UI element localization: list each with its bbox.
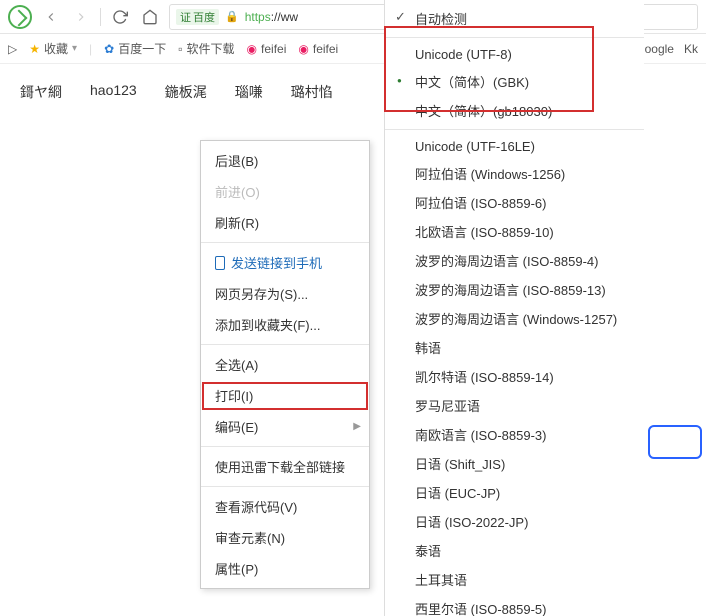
- bookmark-item[interactable]: ▫软件下载: [178, 40, 234, 57]
- context-menu-item[interactable]: 后退(B): [201, 145, 369, 176]
- context-menu-item[interactable]: 使用迅雷下载全部链接: [201, 451, 369, 482]
- reload-button[interactable]: [109, 6, 131, 28]
- baidu-icon: ✿: [104, 42, 114, 56]
- cert-icon: 证: [180, 9, 191, 25]
- encoding-menu-item[interactable]: 韩语: [385, 333, 644, 362]
- bookmark-item[interactable]: Kk: [684, 42, 698, 56]
- menu-item-label: 编码(E): [215, 417, 258, 436]
- site-badge: 证 百度: [176, 9, 219, 25]
- context-menu-item[interactable]: 刷新(R): [201, 207, 369, 238]
- context-menu: 后退(B) 前进(O) 刷新(R) 发送链接到手机网页另存为(S)... 添加到收藏夹(…: [200, 140, 370, 589]
- bookmark-item[interactable]: ◉feifei: [247, 42, 287, 56]
- encoding-menu-item[interactable]: 波罗的海周边语言 (Windows-1257): [385, 304, 644, 333]
- context-menu-item[interactable]: 全选(A): [201, 349, 369, 380]
- context-menu-item[interactable]: 发送链接到手机: [201, 247, 369, 278]
- menu-item-label: 发送链接到手机: [231, 253, 322, 272]
- menu-item-label: 使用迅雷下载全部链接: [215, 457, 345, 476]
- encoding-menu-item[interactable]: Unicode (UTF-8): [385, 42, 644, 67]
- star-icon: ★: [29, 42, 40, 56]
- menu-item-label: 前进(O): [215, 182, 260, 201]
- encoding-menu-item[interactable]: 自动检测: [385, 4, 644, 33]
- feifei-icon: ◉: [298, 42, 308, 56]
- menu-item-label: 打印(I): [215, 386, 253, 405]
- page-tab[interactable]: 瑙嗛: [235, 82, 263, 102]
- encoding-menu-item[interactable]: 阿拉伯语 (ISO-8859-6): [385, 188, 644, 217]
- context-menu-item[interactable]: 查看源代码(V): [201, 491, 369, 522]
- context-menu-item[interactable]: 属性(P): [201, 553, 369, 584]
- encoding-menu-item[interactable]: 日语 (Shift_JIS): [385, 449, 644, 478]
- encoding-menu-item[interactable]: 中文（简体）(GBK): [385, 67, 644, 96]
- browser-logo-icon: [8, 5, 32, 29]
- encoding-menu-item[interactable]: 凯尔特语 (ISO-8859-14): [385, 362, 644, 391]
- back-button[interactable]: [40, 6, 62, 28]
- chevron-down-icon: ▾: [72, 43, 77, 54]
- context-menu-item[interactable]: 添加到收藏夹(F)...: [201, 309, 369, 340]
- lock-icon: 🔒: [225, 10, 239, 23]
- encoding-menu-item[interactable]: 波罗的海周边语言 (ISO-8859-4): [385, 246, 644, 275]
- page-icon: ▫: [178, 42, 182, 56]
- encoding-menu-item[interactable]: 波罗的海周边语言 (ISO-8859-13): [385, 275, 644, 304]
- encoding-submenu: 自动检测 Unicode (UTF-8)中文（简体）(GBK)中文（简体）(gb1…: [384, 0, 644, 616]
- bookmarks-toggle-icon[interactable]: ▷: [8, 42, 17, 56]
- page-tab[interactable]: 璐村惂: [291, 82, 333, 102]
- encoding-menu-item[interactable]: Unicode (UTF-16LE): [385, 134, 644, 159]
- encoding-menu-item[interactable]: 土耳其语: [385, 565, 644, 594]
- encoding-menu-item[interactable]: 泰语: [385, 536, 644, 565]
- context-menu-item[interactable]: 网页另存为(S)...: [201, 278, 369, 309]
- bookmark-item[interactable]: oogle: [645, 42, 674, 56]
- submenu-arrow-icon: ▶: [353, 421, 361, 432]
- menu-item-label: 网页另存为(S)...: [215, 284, 308, 303]
- encoding-menu-item[interactable]: 南欧语言 (ISO-8859-3): [385, 420, 644, 449]
- menu-item-label: 审查元素(N): [215, 528, 285, 547]
- favorites-button[interactable]: ★ 收藏 ▾: [29, 40, 77, 57]
- menu-item-label: 刷新(R): [215, 213, 259, 232]
- bookmark-item[interactable]: ◉feifei: [298, 42, 338, 56]
- context-menu-item[interactable]: 打印(I): [201, 380, 369, 411]
- home-button[interactable]: [139, 6, 161, 28]
- encoding-menu-item[interactable]: 日语 (ISO-2022-JP): [385, 507, 644, 536]
- menu-item-label: 查看源代码(V): [215, 497, 297, 516]
- site-badge-label: 百度: [193, 9, 215, 25]
- page-tab[interactable]: 鎶ヤ綗: [20, 82, 62, 102]
- encoding-menu-item[interactable]: 北欧语言 (ISO-8859-10): [385, 217, 644, 246]
- context-menu-item[interactable]: 审查元素(N): [201, 522, 369, 553]
- encoding-menu-item[interactable]: 中文（简体）(gb18030): [385, 96, 644, 125]
- bookmark-item[interactable]: ✿百度一下: [104, 40, 166, 57]
- encoding-menu-item[interactable]: 罗马尼亚语: [385, 391, 644, 420]
- menu-item-label: 添加到收藏夹(F)...: [215, 315, 320, 334]
- favorites-label: 收藏: [44, 40, 68, 57]
- menu-item-label: 全选(A): [215, 355, 258, 374]
- phone-icon: [215, 256, 225, 270]
- forward-button[interactable]: [70, 6, 92, 28]
- feifei-icon: ◉: [247, 42, 257, 56]
- url-text: https://ww: [245, 10, 298, 24]
- encoding-menu-item[interactable]: 阿拉伯语 (Windows-1256): [385, 159, 644, 188]
- page-tab[interactable]: 鍦板浘: [165, 82, 207, 102]
- highlight-box-blue: [648, 425, 702, 459]
- menu-item-label: 后退(B): [215, 151, 258, 170]
- menu-item-label: 属性(P): [215, 559, 258, 578]
- page-tab[interactable]: hao123: [90, 82, 137, 102]
- encoding-menu-item[interactable]: 日语 (EUC-JP): [385, 478, 644, 507]
- context-menu-item: 前进(O): [201, 176, 369, 207]
- encoding-menu-item[interactable]: 西里尔语 (ISO-8859-5): [385, 594, 644, 616]
- context-menu-item[interactable]: 编码(E) ▶: [201, 411, 369, 442]
